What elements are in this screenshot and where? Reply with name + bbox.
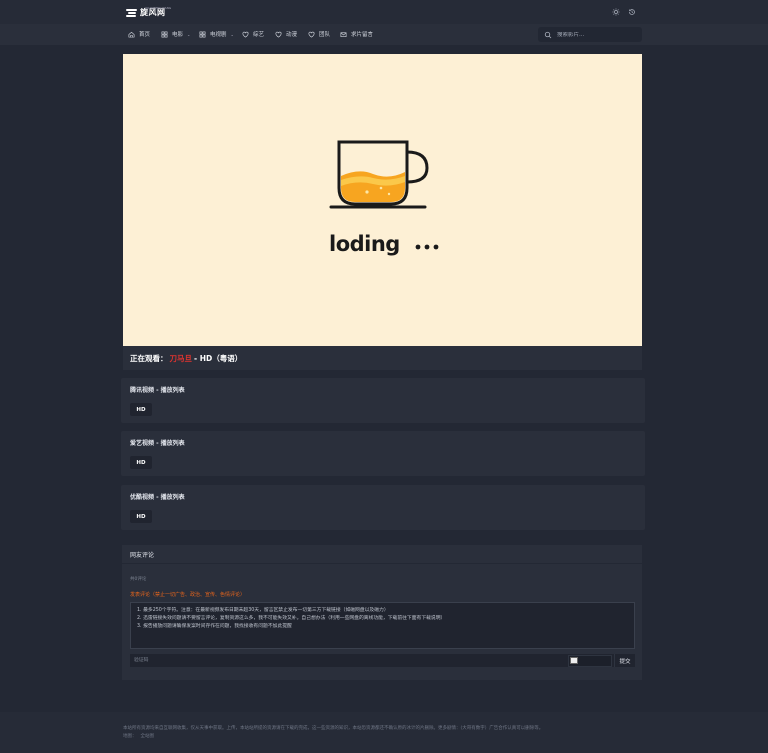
captcha-row: 提交	[130, 654, 635, 667]
now-playing-bar: 正在观看： 刀马旦 - HD（粤语）	[123, 346, 642, 370]
submit-button[interactable]: 提交	[614, 654, 635, 667]
comment-count: 共0评论	[130, 577, 147, 582]
heart-icon	[242, 31, 249, 37]
nav-item-request[interactable]: 求片留言	[340, 30, 373, 38]
coffee-cup-icon	[329, 140, 429, 209]
heart-icon	[308, 31, 315, 37]
captcha-image[interactable]	[568, 655, 612, 667]
captcha-input[interactable]	[134, 656, 164, 665]
nav-item-team[interactable]: 团队	[308, 30, 330, 38]
nav-item-movies[interactable]: 电影 ⌄	[161, 30, 190, 38]
sun-icon[interactable]	[612, 8, 620, 16]
episode-button[interactable]: HD	[130, 403, 152, 416]
playlist-panel: 腾讯视频 - 播放列表 HD	[121, 378, 645, 423]
home-icon	[128, 31, 135, 37]
now-playing-prefix: 正在观看：	[130, 353, 168, 363]
nav-item-tv[interactable]: 电视剧 ⌄	[199, 30, 234, 38]
now-playing-suffix: - HD（粤语）	[194, 353, 243, 363]
logo-mark-icon	[126, 8, 138, 17]
chevron-down-icon: ⌄	[230, 31, 234, 37]
site-subname: XUANFENGWANG	[145, 6, 172, 10]
loading-dots-icon	[415, 244, 439, 250]
now-playing-title[interactable]: 刀马旦	[170, 353, 193, 364]
nav-label: 求片留言	[351, 32, 374, 38]
search-icon[interactable]	[544, 31, 552, 39]
nav-item-home[interactable]: 首页	[128, 30, 150, 38]
search-input[interactable]	[557, 31, 637, 38]
nav-item-variety[interactable]: 综艺	[242, 30, 264, 38]
nav-bar: 首页 电影 ⌄ 电视剧 ⌄ 综艺 动漫 团队 求片留言	[0, 24, 768, 45]
comment-hint-line: 1. 最多250个字符。注意：在最新视频发布日期未超30天，留言区禁止发布一切第…	[137, 608, 389, 613]
comment-rule: 发表评论（禁止一切广告、政治、宣传、色情评论）	[130, 592, 246, 598]
mail-icon	[340, 31, 347, 37]
episode-button[interactable]: HD	[130, 510, 152, 523]
top-bar: 旋风网 XUANFENGWANG	[0, 0, 768, 24]
nav-label: 动漫	[286, 32, 298, 38]
video-player[interactable]: loding	[123, 54, 642, 346]
nav-label: 团队	[319, 32, 331, 38]
footer: 本站所有资源均来自互联网收集，仅从天事中获取。上传，本站站所提的资源请在下载的完…	[0, 712, 768, 753]
heart-icon	[275, 31, 282, 37]
comments-title: 网友评论	[122, 545, 642, 564]
nav-label: 综艺	[253, 32, 265, 38]
episode-button[interactable]: HD	[130, 456, 152, 469]
search-box[interactable]	[538, 27, 642, 42]
grid-icon	[161, 31, 168, 37]
playlist-title: 爱艺视频 - 播放列表	[130, 440, 185, 447]
comment-hint-line: 2. 迅雷链接失效问题请不要留言评论，复制资源这么多，我不可能失效又补。自己想办…	[137, 616, 446, 621]
playlist-panel: 优酷视频 - 播放列表 HD	[121, 485, 645, 530]
playlist-title: 优酷视频 - 播放列表	[130, 494, 185, 501]
nav-item-anime[interactable]: 动漫	[275, 30, 297, 38]
footer-link[interactable]: 地图：	[123, 733, 137, 739]
nav-label: 电视剧	[210, 32, 227, 38]
playlist-panel: 爱艺视频 - 播放列表 HD	[121, 431, 645, 476]
comments-section: 网友评论 共0评论 发表评论（禁止一切广告、政治、宣传、色情评论） 1. 最多2…	[122, 545, 642, 680]
history-icon[interactable]	[628, 8, 636, 16]
grid-icon	[199, 31, 206, 37]
chevron-down-icon: ⌄	[187, 31, 191, 37]
footer-disclaimer: 本站所有资源均来自互联网收集，仅从天事中获取。上传，本站站所提的资源请在下载的完…	[123, 726, 544, 731]
comment-hint-line: 3. 报告播放问题请确保发案时间存作在问题，我找接收有问题不加此提醒	[137, 624, 292, 629]
nav-label: 首页	[139, 32, 151, 38]
playlist-title: 腾讯视频 - 播放列表	[130, 387, 185, 394]
nav-label: 电影	[172, 32, 184, 38]
footer-link[interactable]: 全站图	[141, 733, 155, 739]
loading-text: loding	[329, 232, 400, 256]
comment-textarea[interactable]: 1. 最多250个字符。注意：在最新视频发布日期未超30天，留言区禁止发布一切第…	[130, 602, 635, 649]
